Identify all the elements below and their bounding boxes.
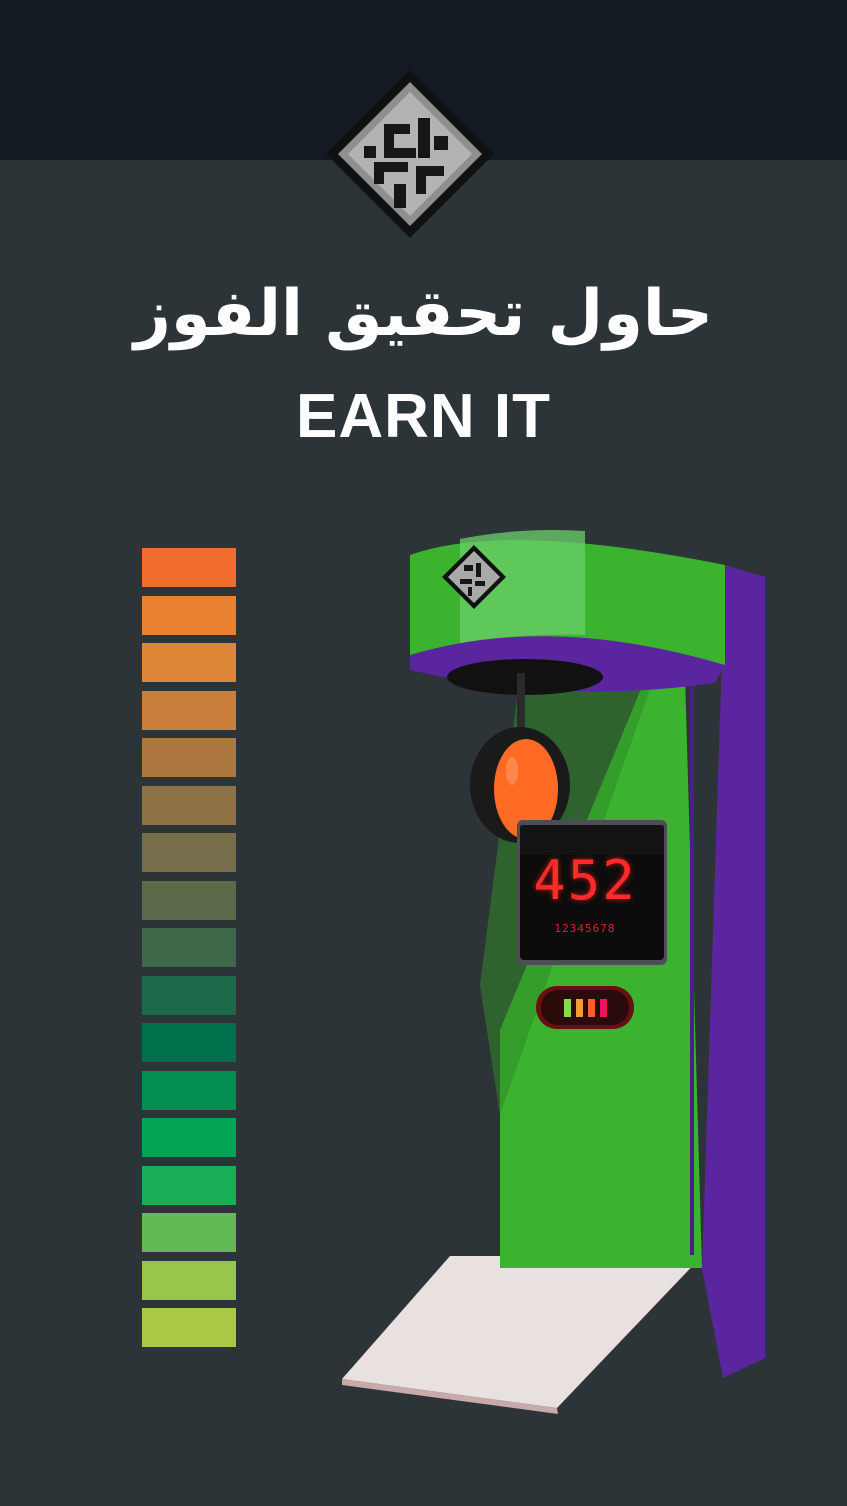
- meter-segment: [142, 1165, 236, 1205]
- title-arabic: حاول تحقيق الفوز: [133, 277, 714, 351]
- meter-segment: [142, 975, 236, 1015]
- score-subdigits: 12345678: [554, 922, 616, 935]
- punching-machine: [342, 530, 765, 1414]
- indicator-light: [564, 999, 571, 1017]
- meter-segment: [142, 1070, 236, 1110]
- meter-segment: [142, 738, 236, 777]
- machine-footplate: [342, 1256, 702, 1408]
- meter-segment: [142, 833, 236, 872]
- meter-segment: [142, 1308, 236, 1347]
- meter-segment: [142, 595, 236, 635]
- meter-segment: [142, 690, 236, 730]
- meter-segment: [142, 1260, 236, 1300]
- indicator-light: [600, 999, 607, 1017]
- meter-segment: [142, 1213, 236, 1252]
- score-value: 452: [533, 849, 637, 912]
- indicator-light: [576, 999, 583, 1017]
- meter-segment: [142, 548, 236, 587]
- meter-segment: [142, 643, 236, 682]
- meter-segment: [142, 928, 236, 967]
- meter-segment: [142, 1118, 236, 1157]
- meter-segment: [142, 880, 236, 920]
- machine-side-panel: [702, 565, 765, 1378]
- title-english: EARN IT: [296, 382, 551, 451]
- indicator-light: [588, 999, 595, 1017]
- meter-segment: [142, 1023, 236, 1062]
- indicator-panel: [536, 986, 634, 1029]
- meter-segment: [142, 785, 236, 825]
- nt-emblem-icon: [322, 66, 498, 242]
